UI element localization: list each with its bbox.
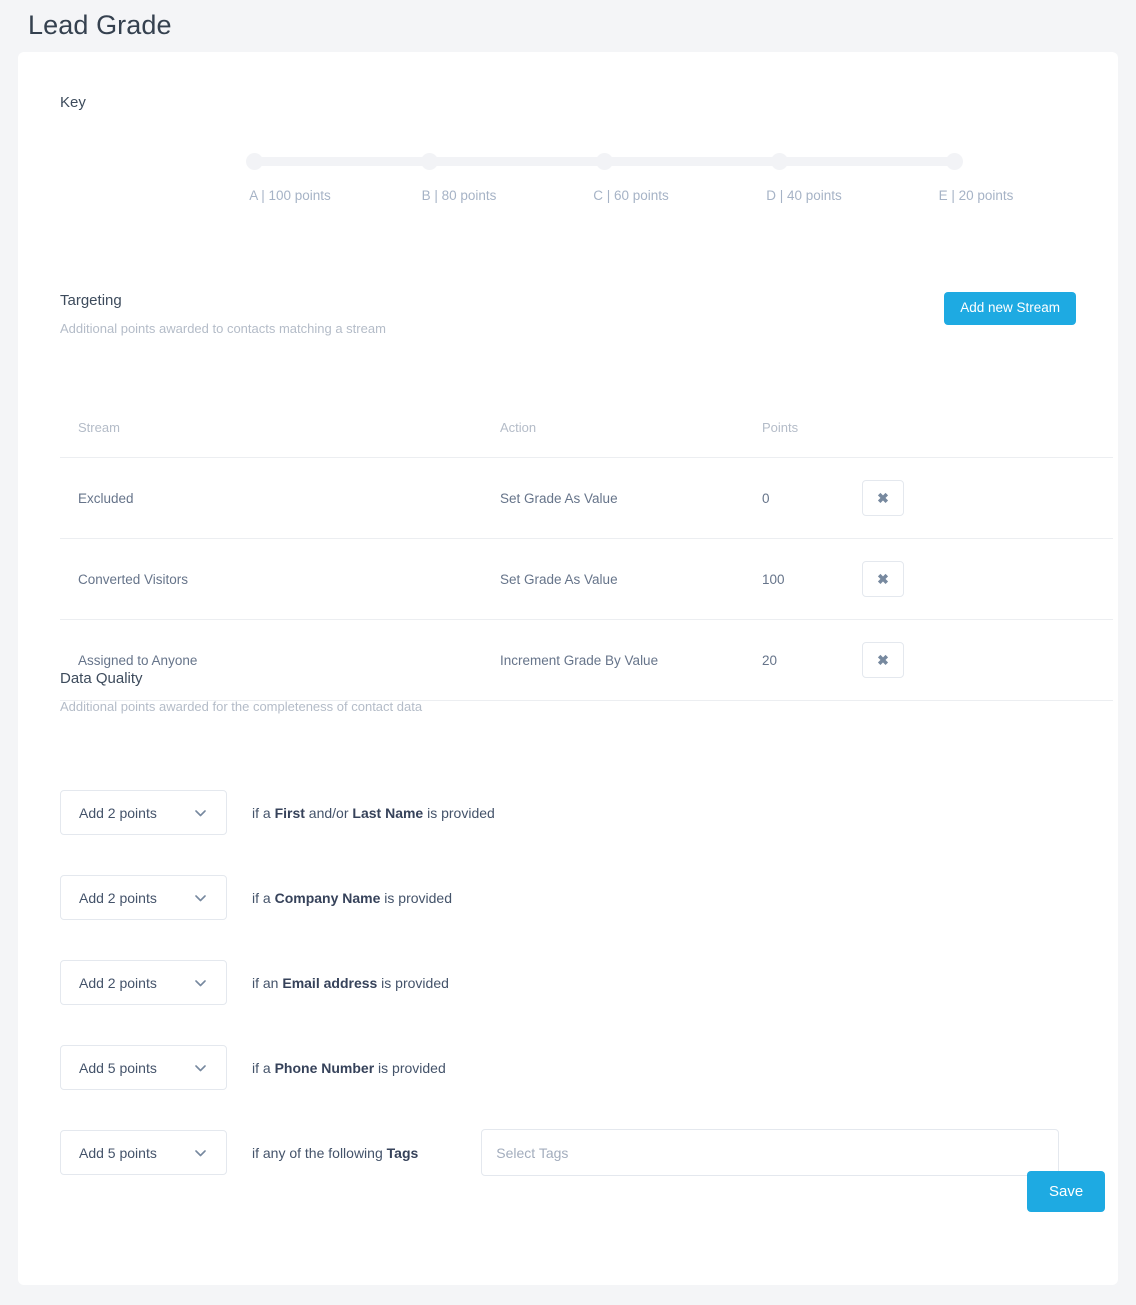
cell-points: 100 — [762, 538, 862, 620]
column-header-points: Points — [762, 420, 862, 458]
slider-handle-a[interactable] — [246, 153, 263, 170]
delete-row-button[interactable]: ✖ — [862, 561, 904, 597]
points-select-value: Add 2 points — [79, 889, 157, 906]
select-tags-input[interactable] — [481, 1129, 1060, 1176]
rule-description-tags: if any of the following Tags — [252, 1145, 418, 1161]
cell-stream: Converted Visitors — [60, 538, 500, 620]
desc-suffix: is provided — [374, 1059, 446, 1076]
grade-key-slider[interactable]: A | 100 points B | 80 points C | 60 poin… — [246, 153, 1013, 208]
cell-delete: ✖ — [862, 538, 1113, 620]
chevron-down-icon — [195, 1064, 206, 1074]
points-select-company[interactable]: Add 2 points — [60, 875, 227, 920]
desc-suffix: is provided — [377, 974, 449, 991]
targeting-table-head: Stream Action Points — [60, 420, 1113, 458]
slider-handle-d[interactable] — [771, 153, 788, 170]
column-header-stream: Stream — [60, 420, 500, 458]
points-select-email[interactable]: Add 2 points — [60, 960, 227, 1005]
desc-suffix: is provided — [423, 804, 495, 821]
slider-label-d: D | 40 points — [766, 188, 842, 203]
desc-bold-1: Email address — [282, 974, 378, 991]
page-title: Lead Grade — [28, 10, 172, 40]
cell-action: Set Grade As Value — [500, 457, 762, 539]
cell-action: Set Grade As Value — [500, 538, 762, 620]
desc-bold-1: First — [274, 804, 305, 821]
desc-bold-2: Last Name — [352, 804, 424, 821]
targeting-table: Stream Action Points Excluded Set Grade … — [60, 420, 1113, 701]
cell-points: 0 — [762, 457, 862, 539]
slider-label-e: E | 20 points — [938, 188, 1014, 203]
chevron-down-icon — [195, 894, 206, 904]
data-quality-row-email: Add 2 points if an Email address is prov… — [60, 940, 1100, 1025]
slider-label-b: B | 80 points — [421, 188, 497, 203]
rule-description-phone: if a Phone Number is provided — [252, 1060, 446, 1076]
data-quality-title: Data Quality — [60, 670, 143, 687]
key-section: Key — [60, 94, 86, 111]
rule-description-name: if a First and/or Last Name is provided — [252, 805, 495, 821]
chevron-down-icon — [195, 979, 206, 989]
column-header-actions — [862, 420, 1113, 458]
delete-row-button[interactable]: ✖ — [862, 480, 904, 516]
cell-delete: ✖ — [862, 457, 1113, 539]
rule-description-email: if an Email address is provided — [252, 975, 449, 991]
table-row: Excluded Set Grade As Value 0 ✖ — [60, 457, 1113, 539]
data-quality-row-name: Add 2 points if a First and/or Last Name… — [60, 770, 1100, 855]
save-button[interactable]: Save — [1027, 1171, 1106, 1212]
column-header-action: Action — [500, 420, 762, 458]
data-quality-rows: Add 2 points if a First and/or Last Name… — [60, 770, 1100, 1195]
chevron-down-icon — [195, 1149, 206, 1159]
points-select-phone[interactable]: Add 5 points — [60, 1045, 227, 1090]
slider-handle-b[interactable] — [421, 153, 438, 170]
targeting-header: Targeting Additional points awarded to c… — [60, 292, 1076, 336]
desc-bold-1: Phone Number — [274, 1059, 375, 1076]
desc-prefix: if a — [252, 804, 275, 821]
key-label: Key — [60, 94, 86, 111]
desc-prefix: if any of the following — [252, 1144, 387, 1161]
data-quality-section: Data Quality Additional points awarded f… — [60, 670, 1076, 714]
desc-bold-1: Tags — [386, 1144, 419, 1161]
chevron-down-icon — [195, 809, 206, 819]
points-select-value: Add 5 points — [79, 1144, 157, 1161]
targeting-section: Targeting Additional points awarded to c… — [60, 292, 1076, 336]
points-select-value: Add 2 points — [79, 804, 157, 821]
slider-label-a: A | 100 points — [249, 188, 331, 203]
desc-mid: and/or — [304, 804, 353, 821]
add-new-stream-button[interactable]: Add new Stream — [944, 292, 1076, 325]
slider-label-c: C | 60 points — [593, 188, 669, 203]
points-select-value: Add 2 points — [79, 974, 157, 991]
table-header-row: Stream Action Points — [60, 420, 1113, 458]
lead-grade-card: Key A | 100 points B | 80 points C | 60 … — [18, 52, 1118, 1285]
desc-suffix: is provided — [380, 889, 452, 906]
slider-handle-c[interactable] — [596, 153, 613, 170]
targeting-title: Targeting — [60, 292, 122, 309]
desc-prefix: if a — [252, 1059, 275, 1076]
rule-description-company: if a Company Name is provided — [252, 890, 452, 906]
table-row: Converted Visitors Set Grade As Value 10… — [60, 538, 1113, 620]
data-quality-row-company: Add 2 points if a Company Name is provid… — [60, 855, 1100, 940]
desc-bold-1: Company Name — [274, 889, 381, 906]
cell-stream: Excluded — [60, 457, 500, 539]
slider-labels: A | 100 points B | 80 points C | 60 poin… — [249, 188, 1013, 208]
targeting-subtitle: Additional points awarded to contacts ma… — [60, 321, 386, 336]
points-select-value: Add 5 points — [79, 1059, 157, 1076]
points-select-tags[interactable]: Add 5 points — [60, 1130, 227, 1175]
data-quality-subtitle: Additional points awarded for the comple… — [60, 699, 423, 714]
slider-handle-e[interactable] — [946, 153, 963, 170]
data-quality-row-phone: Add 5 points if a Phone Number is provid… — [60, 1025, 1100, 1110]
desc-prefix: if an — [252, 974, 283, 991]
data-quality-row-tags: Add 5 points if any of the following Tag… — [60, 1110, 1100, 1195]
slider-track[interactable] — [246, 153, 963, 170]
targeting-table-body: Excluded Set Grade As Value 0 ✖ Converte… — [60, 457, 1113, 701]
desc-prefix: if a — [252, 889, 275, 906]
points-select-name[interactable]: Add 2 points — [60, 790, 227, 835]
